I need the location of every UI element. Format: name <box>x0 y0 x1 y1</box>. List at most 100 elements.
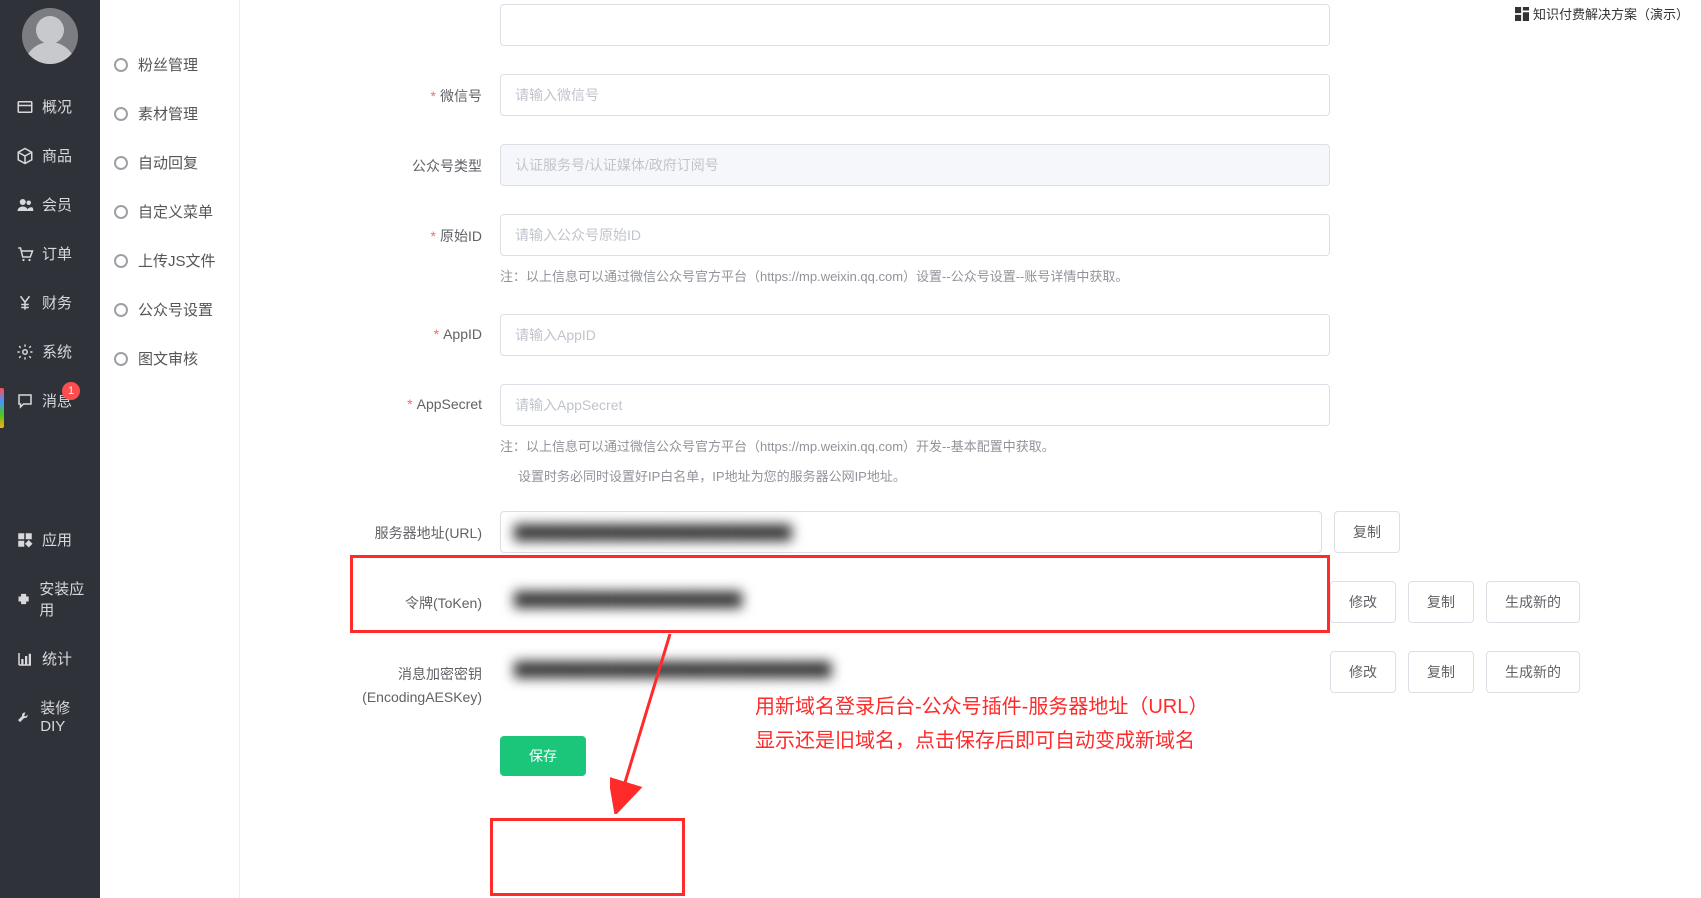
ring-icon <box>114 254 128 268</box>
sidebar-item-label: 财务 <box>42 292 72 313</box>
sidebar-item-label: 订单 <box>42 243 72 264</box>
appsecret-input[interactable] <box>500 384 1330 426</box>
sub-item-mpsettings[interactable]: 公众号设置 <box>100 285 239 334</box>
apps-icon <box>16 531 34 549</box>
sub-item-fans[interactable]: 粉丝管理 <box>100 40 239 89</box>
aeskey-value: ████████████████████████████████ <box>514 661 831 677</box>
sidebar-item-label: 系统 <box>42 341 72 362</box>
partial-input[interactable] <box>500 4 1330 46</box>
sub-item-label: 粉丝管理 <box>138 54 198 75</box>
form-label-wechat: *微信号 <box>270 74 500 106</box>
generate-aeskey-button[interactable]: 生成新的 <box>1486 651 1580 693</box>
label-subtext: (EncodingAESKey) <box>362 689 482 705</box>
form-row-token: 令牌(ToKen) ███████████████████████ 修改 复制 … <box>270 581 1671 623</box>
sub-item-jsfile[interactable]: 上传JS文件 <box>100 236 239 285</box>
chat-icon <box>16 392 34 410</box>
wrench-icon <box>16 707 32 725</box>
sidebar-item-stats[interactable]: 统计 <box>0 634 100 683</box>
sidebar-item-orders[interactable]: 订单 <box>0 229 100 278</box>
users-icon <box>16 196 34 214</box>
label-text: 消息加密密钥 <box>398 666 482 682</box>
sidebar-item-install[interactable]: 安装应用 <box>0 564 100 634</box>
generate-token-button[interactable]: 生成新的 <box>1486 581 1580 623</box>
ring-icon <box>114 352 128 366</box>
note-3: 设置时务必同时设置好IP白名单，IP地址为您的服务器公网IP地址。 <box>518 466 1348 485</box>
yen-icon <box>16 294 34 312</box>
form-row-appid: *AppID <box>270 314 1671 356</box>
original-id-input[interactable] <box>500 214 1330 256</box>
main-content: *微信号 公众号类型 *原始ID 注：以上信息可以通过微信公众号官方平台（htt… <box>240 0 1701 898</box>
copy-aeskey-button[interactable]: 复制 <box>1408 651 1474 693</box>
sidebar-item-label: 商品 <box>42 145 72 166</box>
cart-icon <box>16 245 34 263</box>
sidebar-item-diy[interactable]: 装修DIY <box>0 683 100 749</box>
sidebar-item-label: 概况 <box>42 96 72 117</box>
sidebar-item-members[interactable]: 会员 <box>0 180 100 229</box>
puzzle-icon <box>16 590 31 608</box>
gear-icon <box>16 343 34 361</box>
messages-badge: 1 <box>62 382 80 400</box>
appid-input[interactable] <box>500 314 1330 356</box>
form-row-aeskey: 消息加密密钥 (EncodingAESKey) ████████████████… <box>270 651 1671 708</box>
label-text: AppID <box>443 326 482 342</box>
sub-item-review[interactable]: 图文审核 <box>100 334 239 383</box>
chart-icon <box>16 650 34 668</box>
label-text: 原始ID <box>440 228 482 244</box>
token-value: ███████████████████████ <box>514 591 742 607</box>
sub-item-menu[interactable]: 自定义菜单 <box>100 187 239 236</box>
form-label-token: 令牌(ToKen) <box>270 581 500 613</box>
form-label-original-id: *原始ID <box>270 214 500 246</box>
sub-item-label: 素材管理 <box>138 103 198 124</box>
cube-icon <box>16 147 34 165</box>
note-1: 注：以上信息可以通过微信公众号官方平台（https://mp.weixin.qq… <box>500 266 1330 288</box>
form-row-type: 公众号类型 <box>270 144 1671 186</box>
copy-token-button[interactable]: 复制 <box>1408 581 1474 623</box>
form-row-wechat: *微信号 <box>270 74 1671 116</box>
label-text: 微信号 <box>440 88 482 104</box>
sidebar-item-messages[interactable]: 消息 1 <box>0 376 100 425</box>
label-text: 公众号类型 <box>412 158 482 174</box>
sub-item-label: 自动回复 <box>138 152 198 173</box>
sub-item-material[interactable]: 素材管理 <box>100 89 239 138</box>
account-type-input <box>500 144 1330 186</box>
card-icon <box>16 98 34 116</box>
modify-aeskey-button[interactable]: 修改 <box>1330 651 1396 693</box>
sidebar-item-label: 装修DIY <box>40 697 90 735</box>
form-label-type: 公众号类型 <box>270 144 500 176</box>
avatar[interactable] <box>22 8 78 64</box>
sidebar-item-label: 安装应用 <box>39 578 90 620</box>
label-text: 服务器地址(URL) <box>375 525 482 541</box>
ring-icon <box>114 205 128 219</box>
copy-url-button[interactable]: 复制 <box>1334 511 1400 553</box>
sub-item-label: 公众号设置 <box>138 299 213 320</box>
sidebar-item-finance[interactable]: 财务 <box>0 278 100 327</box>
form-row-server-url: 服务器地址(URL) ████████████████████████████ … <box>270 511 1671 553</box>
sidebar-item-overview[interactable]: 概况 <box>0 82 100 131</box>
save-button[interactable]: 保存 <box>500 736 586 776</box>
sub-item-label: 自定义菜单 <box>138 201 213 222</box>
form-label-partial <box>270 4 500 16</box>
label-text: 令牌(ToKen) <box>405 595 482 611</box>
sidebar-sub: 粉丝管理 素材管理 自动回复 自定义菜单 上传JS文件 公众号设置 图文审核 <box>100 0 240 898</box>
wechat-input[interactable] <box>500 74 1330 116</box>
sub-item-label: 上传JS文件 <box>138 250 216 271</box>
note-2: 注：以上信息可以通过微信公众号官方平台（https://mp.weixin.qq… <box>500 436 1330 458</box>
form-row-appsecret: *AppSecret 注：以上信息可以通过微信公众号官方平台（https://m… <box>270 384 1671 458</box>
sidebar-item-system[interactable]: 系统 <box>0 327 100 376</box>
ring-icon <box>114 303 128 317</box>
modify-token-button[interactable]: 修改 <box>1330 581 1396 623</box>
form-row-partial <box>270 4 1671 46</box>
sidebar-item-label: 统计 <box>42 648 72 669</box>
ring-icon <box>114 107 128 121</box>
label-text: AppSecret <box>417 396 482 412</box>
sidebar-item-goods[interactable]: 商品 <box>0 131 100 180</box>
sidebar-item-apps[interactable]: 应用 <box>0 515 100 564</box>
form-label-aeskey: 消息加密密钥 (EncodingAESKey) <box>270 651 500 708</box>
form-label-appsecret: *AppSecret <box>270 384 500 412</box>
sidebar-main: 概况 商品 会员 订单 财务 系统 消息 1 应用 安装应用 统计 装修DIY <box>0 0 100 898</box>
server-url-value: ████████████████████████████ <box>514 524 792 540</box>
sidebar-item-label: 应用 <box>42 529 72 550</box>
sidebar-item-label: 会员 <box>42 194 72 215</box>
ring-icon <box>114 156 128 170</box>
sub-item-autoreply[interactable]: 自动回复 <box>100 138 239 187</box>
